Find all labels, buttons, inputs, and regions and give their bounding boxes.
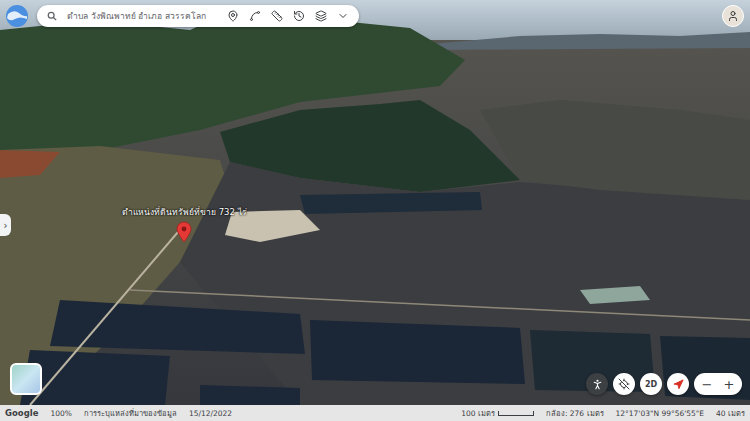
camera-altitude: กล้อง: 276 เมตร — [546, 407, 604, 419]
history-icon[interactable] — [293, 10, 305, 22]
path-icon[interactable] — [249, 10, 261, 22]
chevron-down-icon[interactable] — [337, 10, 349, 22]
zoom-in-button[interactable]: + — [719, 373, 739, 395]
status-right: 100 เมตร กล้อง: 276 เมตร 12°17'03"N 99°56'… — [461, 407, 745, 419]
compass-button[interactable] — [667, 373, 689, 395]
google-earth-view: ตำบล วังพิณพาทย์ อำเภอ สวรรคโลกตำแหน่งที… — [0, 0, 750, 421]
scale: 100 เมตร — [461, 407, 534, 419]
user-avatar[interactable] — [722, 5, 744, 27]
red-pin-icon[interactable] — [176, 221, 192, 243]
ruler-icon[interactable] — [271, 10, 283, 22]
status-item: Google — [5, 408, 38, 418]
compass-icon — [673, 379, 684, 390]
pin-label: ตำแหน่งที่ดินทรัพย์ที่ขาย 732 ไร่ — [120, 205, 249, 219]
map-pin[interactable]: ตำแหน่งที่ดินทรัพย์ที่ขาย 732 ไร่ — [120, 205, 249, 243]
person-icon — [591, 378, 604, 391]
status-bar: Google 100% การระบุแหล่งที่มาของข้อมูล 15/1… — [0, 405, 750, 421]
status-item: 15/12/2022 — [189, 409, 232, 418]
search-bar[interactable]: ตำบล วังพิณพาทย์ อำเภอ สวรรคโลก — [37, 5, 359, 27]
scale-bar — [498, 411, 534, 416]
locate-off-icon — [618, 378, 630, 390]
earth-logo-icon[interactable] — [5, 4, 29, 28]
layers-icon[interactable] — [315, 10, 327, 22]
zoom-controls: −+ — [694, 373, 742, 395]
search-input[interactable]: ตำบล วังพิณพาทย์ อำเภอ สวรรคโลก — [67, 9, 217, 23]
map-style-thumbnail[interactable] — [10, 363, 42, 395]
location-button[interactable] — [613, 373, 635, 395]
map-scene[interactable] — [0, 0, 750, 421]
zoom-out-button[interactable]: − — [697, 373, 717, 395]
map-controls: 2D −+ — [586, 373, 742, 395]
top-bar: ตำบล วังพิณพาทย์ อำเภอ สวรรคโลก — [5, 4, 744, 28]
search-icon — [47, 11, 57, 21]
status-item[interactable]: การระบุแหล่งที่มาของข้อมูล — [84, 407, 177, 419]
view-mode-button[interactable]: 2D — [640, 373, 662, 395]
side-panel-toggle[interactable]: › — [0, 214, 11, 236]
status-left: Google 100% การระบุแหล่งที่มาของข้อมูล 15/1… — [5, 407, 232, 419]
ground-elevation: 40 เมตร — [716, 407, 745, 419]
scale-label: 100 เมตร — [461, 407, 495, 419]
map-pin-icon[interactable] — [227, 10, 239, 22]
status-item: 100% — [50, 409, 71, 418]
street-view-button[interactable] — [586, 373, 608, 395]
user-icon — [727, 10, 739, 22]
coordinates: 12°17'03"N 99°56'55"E — [616, 409, 705, 418]
